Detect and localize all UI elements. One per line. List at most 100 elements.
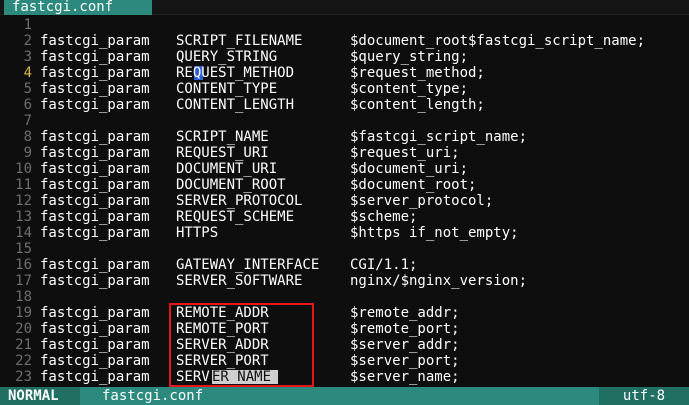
param-value: $request_method; bbox=[350, 65, 485, 81]
code-line[interactable]: 7 bbox=[0, 113, 689, 129]
param-name: SERVER_PROTOCOL bbox=[176, 193, 303, 209]
param-name: HTTPS bbox=[176, 225, 219, 241]
code-line[interactable]: 14 fastcgi_param HTTPS $https if_not_empty; bbox=[0, 225, 689, 241]
code-line[interactable]: 19 fastcgi_param REMOTE_ADDR $remote_addr; bbox=[0, 305, 689, 321]
param-value: $document_root$fastcgi_script_name; bbox=[350, 33, 646, 49]
directive-keyword: fastcgi_param bbox=[40, 337, 150, 353]
directive-keyword: fastcgi_param bbox=[40, 81, 150, 97]
code-line[interactable]: 4 fastcgi_param REQUEST_METHOD $request_met… bbox=[0, 65, 689, 81]
tab-fastcgi-conf[interactable]: fastcgi.conf bbox=[4, 0, 152, 15]
code-line[interactable]: 5 fastcgi_param CONTENT_TYPE $content_type; bbox=[0, 81, 689, 97]
param-value: $scheme; bbox=[350, 209, 418, 225]
code-line[interactable]: 2 fastcgi_param SCRIPT_FILENAME $document_r… bbox=[0, 33, 689, 49]
param-value: $content_length; bbox=[350, 97, 485, 113]
line-number: 1 bbox=[23, 17, 32, 33]
param-name: QUERY_STRING bbox=[176, 49, 278, 65]
directive-keyword: fastcgi_param bbox=[40, 177, 150, 193]
line-number: 20 bbox=[15, 321, 32, 337]
directive-keyword: fastcgi_param bbox=[40, 369, 150, 385]
code-line[interactable]: 18 bbox=[0, 289, 689, 305]
code-line[interactable]: 20 fastcgi_param REMOTE_PORT $remote_port; bbox=[0, 321, 689, 337]
directive-keyword: fastcgi_param bbox=[40, 225, 150, 241]
param-value: nginx/$nginx_version; bbox=[350, 273, 528, 289]
directive-keyword: fastcgi_param bbox=[40, 321, 150, 337]
code-line[interactable]: 22 fastcgi_param SERVER_PORT $server_port; bbox=[0, 353, 689, 369]
code-line[interactable]: 3 fastcgi_param QUERY_STRING $query_string; bbox=[0, 49, 689, 65]
param-value: $https if_not_empty; bbox=[350, 225, 519, 241]
directive-keyword: fastcgi_param bbox=[40, 273, 150, 289]
param-name: GATEWAY_INTERFACE bbox=[176, 257, 320, 273]
line-number: 19 bbox=[15, 305, 32, 321]
red-highlight-box bbox=[169, 303, 314, 387]
line-number: 15 bbox=[15, 241, 32, 257]
directive-keyword: fastcgi_param bbox=[40, 353, 150, 369]
line-number: 22 bbox=[15, 353, 32, 369]
param-name: REQUEST_METHOD bbox=[176, 65, 295, 81]
directive-keyword: fastcgi_param bbox=[40, 209, 150, 225]
code-line[interactable]: 16 fastcgi_param GATEWAY_INTERFACE CGI/1.1; bbox=[0, 257, 689, 273]
param-value: $remote_port; bbox=[350, 321, 460, 337]
param-value: $request_uri; bbox=[350, 145, 460, 161]
param-value: $server_name; bbox=[350, 369, 460, 385]
line-number: 18 bbox=[15, 289, 32, 305]
line-number: 23 bbox=[15, 369, 32, 385]
line-number: 7 bbox=[23, 113, 32, 129]
param-name: SERVER_SOFTWARE bbox=[176, 273, 303, 289]
param-name: DOCUMENT_ROOT bbox=[176, 177, 286, 193]
code-line[interactable]: 23 fastcgi_param SERV ER_NAME $server_name; bbox=[0, 369, 689, 385]
code-line[interactable]: 8 fastcgi_param SCRIPT_NAME $fastcgi_script… bbox=[0, 129, 689, 145]
line-number: 2 bbox=[23, 33, 32, 49]
param-name: CONTENT_TYPE bbox=[176, 81, 278, 97]
directive-keyword: fastcgi_param bbox=[40, 193, 150, 209]
code-line[interactable]: 17 fastcgi_param SERVER_SOFTWARE nginx/$ngi… bbox=[0, 273, 689, 289]
param-value: $fastcgi_script_name; bbox=[350, 129, 528, 145]
vim-editor-window: fastcgi.conf 1 2 fastcgi_param SCRIPT_FILEN… bbox=[0, 0, 689, 405]
code-line[interactable]: 21 fastcgi_param SERVER_ADDR $server_addr; bbox=[0, 337, 689, 353]
code-line[interactable]: 13 fastcgi_param REQUEST_SCHEME $scheme; bbox=[0, 209, 689, 225]
status-encoding: utf-8 bbox=[599, 387, 689, 405]
code-line[interactable]: 1 bbox=[0, 17, 689, 33]
line-number: 13 bbox=[15, 209, 32, 225]
param-name: SCRIPT_FILENAME bbox=[176, 33, 303, 49]
code-line[interactable]: 15 bbox=[0, 241, 689, 257]
param-value: $content_type; bbox=[350, 81, 469, 97]
status-line: NORMAL fastcgi.conf utf-8 bbox=[0, 387, 689, 405]
status-filename: fastcgi.conf bbox=[102, 388, 204, 404]
param-name: REQUEST_SCHEME bbox=[176, 209, 295, 225]
directive-keyword: fastcgi_param bbox=[40, 145, 150, 161]
line-number: 14 bbox=[15, 225, 32, 241]
directive-keyword: fastcgi_param bbox=[40, 97, 150, 113]
param-value: $remote_addr; bbox=[350, 305, 460, 321]
directive-keyword: fastcgi_param bbox=[40, 129, 150, 145]
directive-keyword: fastcgi_param bbox=[40, 65, 150, 81]
directive-keyword: fastcgi_param bbox=[40, 33, 150, 49]
directive-keyword: fastcgi_param bbox=[40, 257, 150, 273]
code-line[interactable]: 12 fastcgi_param SERVER_PROTOCOL $server_pr… bbox=[0, 193, 689, 209]
line-number: 5 bbox=[23, 81, 32, 97]
directive-keyword: fastcgi_param bbox=[40, 305, 150, 321]
mode-indicator: NORMAL bbox=[0, 387, 80, 405]
line-number: 11 bbox=[15, 177, 32, 193]
param-value: $server_protocol; bbox=[350, 193, 494, 209]
line-number: 21 bbox=[15, 337, 32, 353]
param-value: $server_port; bbox=[350, 353, 460, 369]
editor-buffer[interactable]: 1 2 fastcgi_param SCRIPT_FILENAME $document_… bbox=[0, 17, 689, 385]
param-name: REQUEST_URI bbox=[176, 145, 269, 161]
param-value: $document_uri; bbox=[350, 161, 469, 177]
code-line[interactable]: 10 fastcgi_param DOCUMENT_URI $document_uri… bbox=[0, 161, 689, 177]
line-number: 8 bbox=[23, 129, 32, 145]
line-number: 17 bbox=[15, 273, 32, 289]
param-value: CGI/1.1; bbox=[350, 257, 418, 273]
directive-keyword: fastcgi_param bbox=[40, 49, 150, 65]
param-value: $query_string; bbox=[350, 49, 469, 65]
line-number: 3 bbox=[23, 49, 32, 65]
param-name: CONTENT_LENGTH bbox=[176, 97, 295, 113]
code-line[interactable]: 9 fastcgi_param REQUEST_URI $request_uri; bbox=[0, 145, 689, 161]
line-number: 4 bbox=[23, 65, 32, 81]
param-value: $server_addr; bbox=[350, 337, 460, 353]
directive-keyword: fastcgi_param bbox=[40, 161, 150, 177]
code-line[interactable]: 6 fastcgi_param CONTENT_LENGTH $content_len… bbox=[0, 97, 689, 113]
line-number: 6 bbox=[23, 97, 32, 113]
param-value: $document_root; bbox=[350, 177, 477, 193]
code-line[interactable]: 11 fastcgi_param DOCUMENT_ROOT $document_ro… bbox=[0, 177, 689, 193]
